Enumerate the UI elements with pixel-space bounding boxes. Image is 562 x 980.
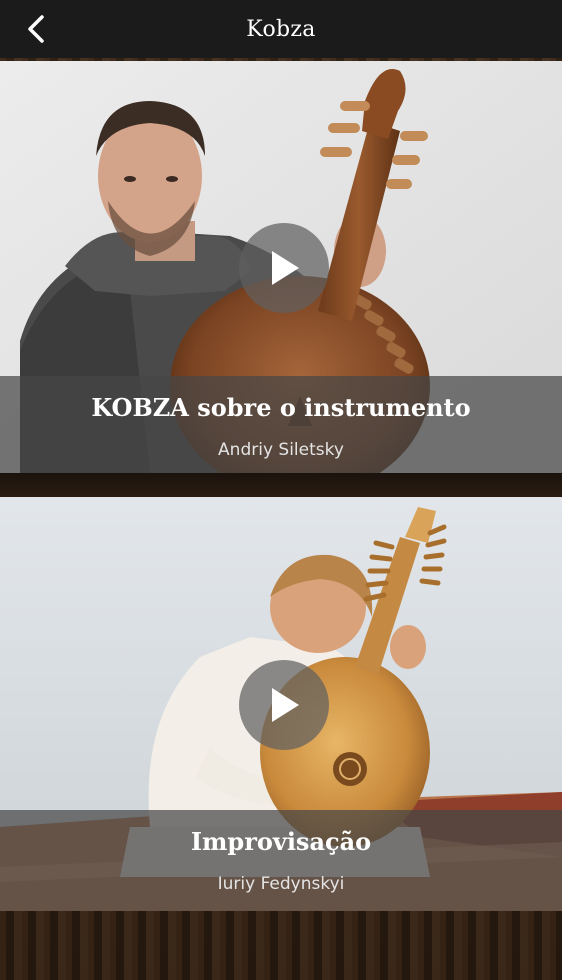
video-author-2: Iuriy Fedynskyi bbox=[217, 874, 345, 894]
video-caption-1: KOBZA sobre o instrumento Andriy Siletsk… bbox=[0, 376, 562, 473]
video-title-2: Improvisação bbox=[190, 827, 372, 856]
video-card-1[interactable]: KOBZA sobre o instrumento Andriy Siletsk… bbox=[0, 61, 562, 473]
nav-bar: Kobza bbox=[0, 0, 562, 58]
play-icon bbox=[272, 688, 299, 722]
video-author-1: Andriy Siletsky bbox=[218, 440, 344, 460]
page-title: Kobza bbox=[246, 16, 316, 42]
chevron-left-icon bbox=[28, 15, 44, 43]
video-caption-2: Improvisação Iuriy Fedynskyi bbox=[0, 810, 562, 911]
play-button-2[interactable] bbox=[239, 660, 329, 750]
video-title-1: KOBZA sobre o instrumento bbox=[91, 393, 471, 422]
back-button[interactable] bbox=[18, 11, 54, 47]
play-icon bbox=[272, 251, 299, 285]
app-screen: Kobza KOBZA sobre o instrumento Andriy S… bbox=[0, 0, 562, 980]
divider bbox=[0, 473, 562, 497]
video-card-2[interactable]: Improvisação Iuriy Fedynskyi bbox=[0, 497, 562, 911]
play-button-1[interactable] bbox=[239, 223, 329, 313]
